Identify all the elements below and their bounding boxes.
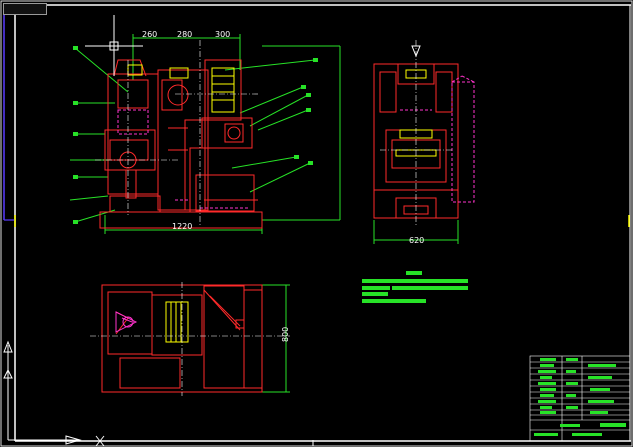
crosshair-cursor-icon	[85, 15, 143, 76]
cad-drawing-viewport[interactable]: 260 280 300 1220 620 800	[0, 0, 633, 447]
drawing-canvas: 260 280 300 1220 620 800	[0, 0, 633, 447]
dim-800: 800	[281, 327, 290, 342]
side-view: 620	[373, 40, 475, 245]
dim-300: 300	[215, 30, 230, 39]
layout-tab-button[interactable]	[3, 3, 47, 15]
dim-1220: 1220	[172, 222, 192, 231]
dim-260: 260	[142, 30, 157, 39]
front-view: 260 280 300 1220	[69, 30, 341, 234]
dim-620: 620	[409, 236, 424, 245]
ucs-icon	[3, 340, 105, 447]
technical-notes	[362, 271, 468, 303]
dim-280: 280	[177, 30, 192, 39]
title-block	[529, 355, 631, 442]
plan-view: 800	[90, 282, 290, 396]
drawing-outer-border	[0, 0, 633, 447]
